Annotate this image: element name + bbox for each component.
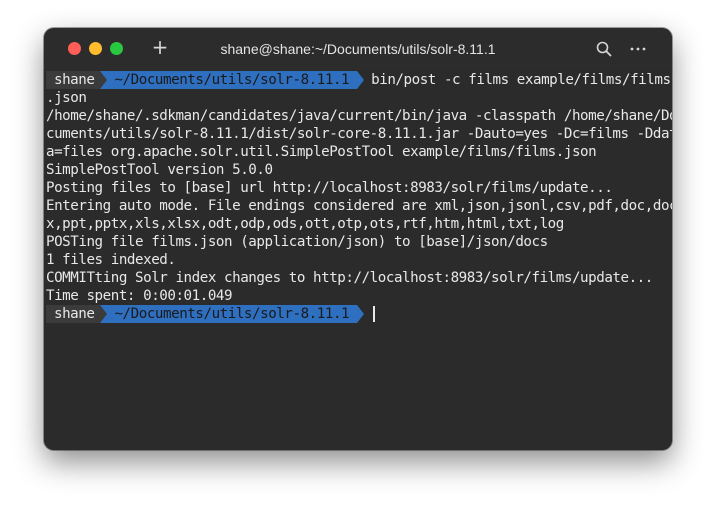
- minimize-button[interactable]: [89, 42, 102, 55]
- output-line: .json: [46, 90, 87, 106]
- output-line: Entering auto mode. File endings conside…: [46, 198, 672, 214]
- close-button[interactable]: [68, 42, 81, 55]
- output-line: COMMITting Solr index changes to http://…: [46, 270, 653, 286]
- output-line: cuments/utils/solr-8.11.1/dist/solr-core…: [46, 126, 672, 142]
- terminal-window: + shane@shane:~/Documents/utils/solr-8.1…: [44, 28, 672, 450]
- prompt-line: shane ~/Documents/utils/solr-8.11.1 bin/po…: [46, 71, 671, 89]
- title-bar: + shane@shane:~/Documents/utils/solr-8.1…: [44, 28, 672, 70]
- window-title: shane@shane:~/Documents/utils/solr-8.11.…: [220, 41, 496, 57]
- output-line: x,ppt,pptx,xls,xlsx,odt,odp,ods,ott,otp,…: [46, 216, 564, 232]
- prompt-path: ~/Documents/utils/solr-8.11.1: [100, 305, 364, 323]
- prompt-path: ~/Documents/utils/solr-8.11.1: [100, 71, 364, 89]
- output-line: Posting files to [base] url http://local…: [46, 180, 613, 196]
- output-line: POSTing file films.json (application/jso…: [46, 234, 548, 250]
- terminal-output[interactable]: shane ~/Documents/utils/solr-8.11.1 bin/po…: [44, 70, 672, 450]
- text-cursor: [373, 306, 375, 322]
- plus-icon[interactable]: +: [151, 37, 169, 57]
- prompt-line: shane ~/Documents/utils/solr-8.11.1: [46, 305, 375, 323]
- output-line: a=files org.apache.solr.util.SimplePostT…: [46, 144, 597, 160]
- output-line: 1 files indexed.: [46, 252, 176, 268]
- prompt-user: shane: [46, 71, 101, 89]
- command-text: bin/post -c films example/films/films: [371, 72, 671, 88]
- prompt-user: shane: [46, 305, 101, 323]
- zoom-button[interactable]: [110, 42, 123, 55]
- output-line: SimplePostTool version 5.0.0: [46, 162, 273, 178]
- output-line: /home/shane/.sdkman/candidates/java/curr…: [46, 108, 672, 124]
- search-icon[interactable]: [595, 40, 613, 58]
- output-line: Time spent: 0:00:01.049: [46, 288, 233, 304]
- ellipsis-icon[interactable]: [629, 40, 647, 58]
